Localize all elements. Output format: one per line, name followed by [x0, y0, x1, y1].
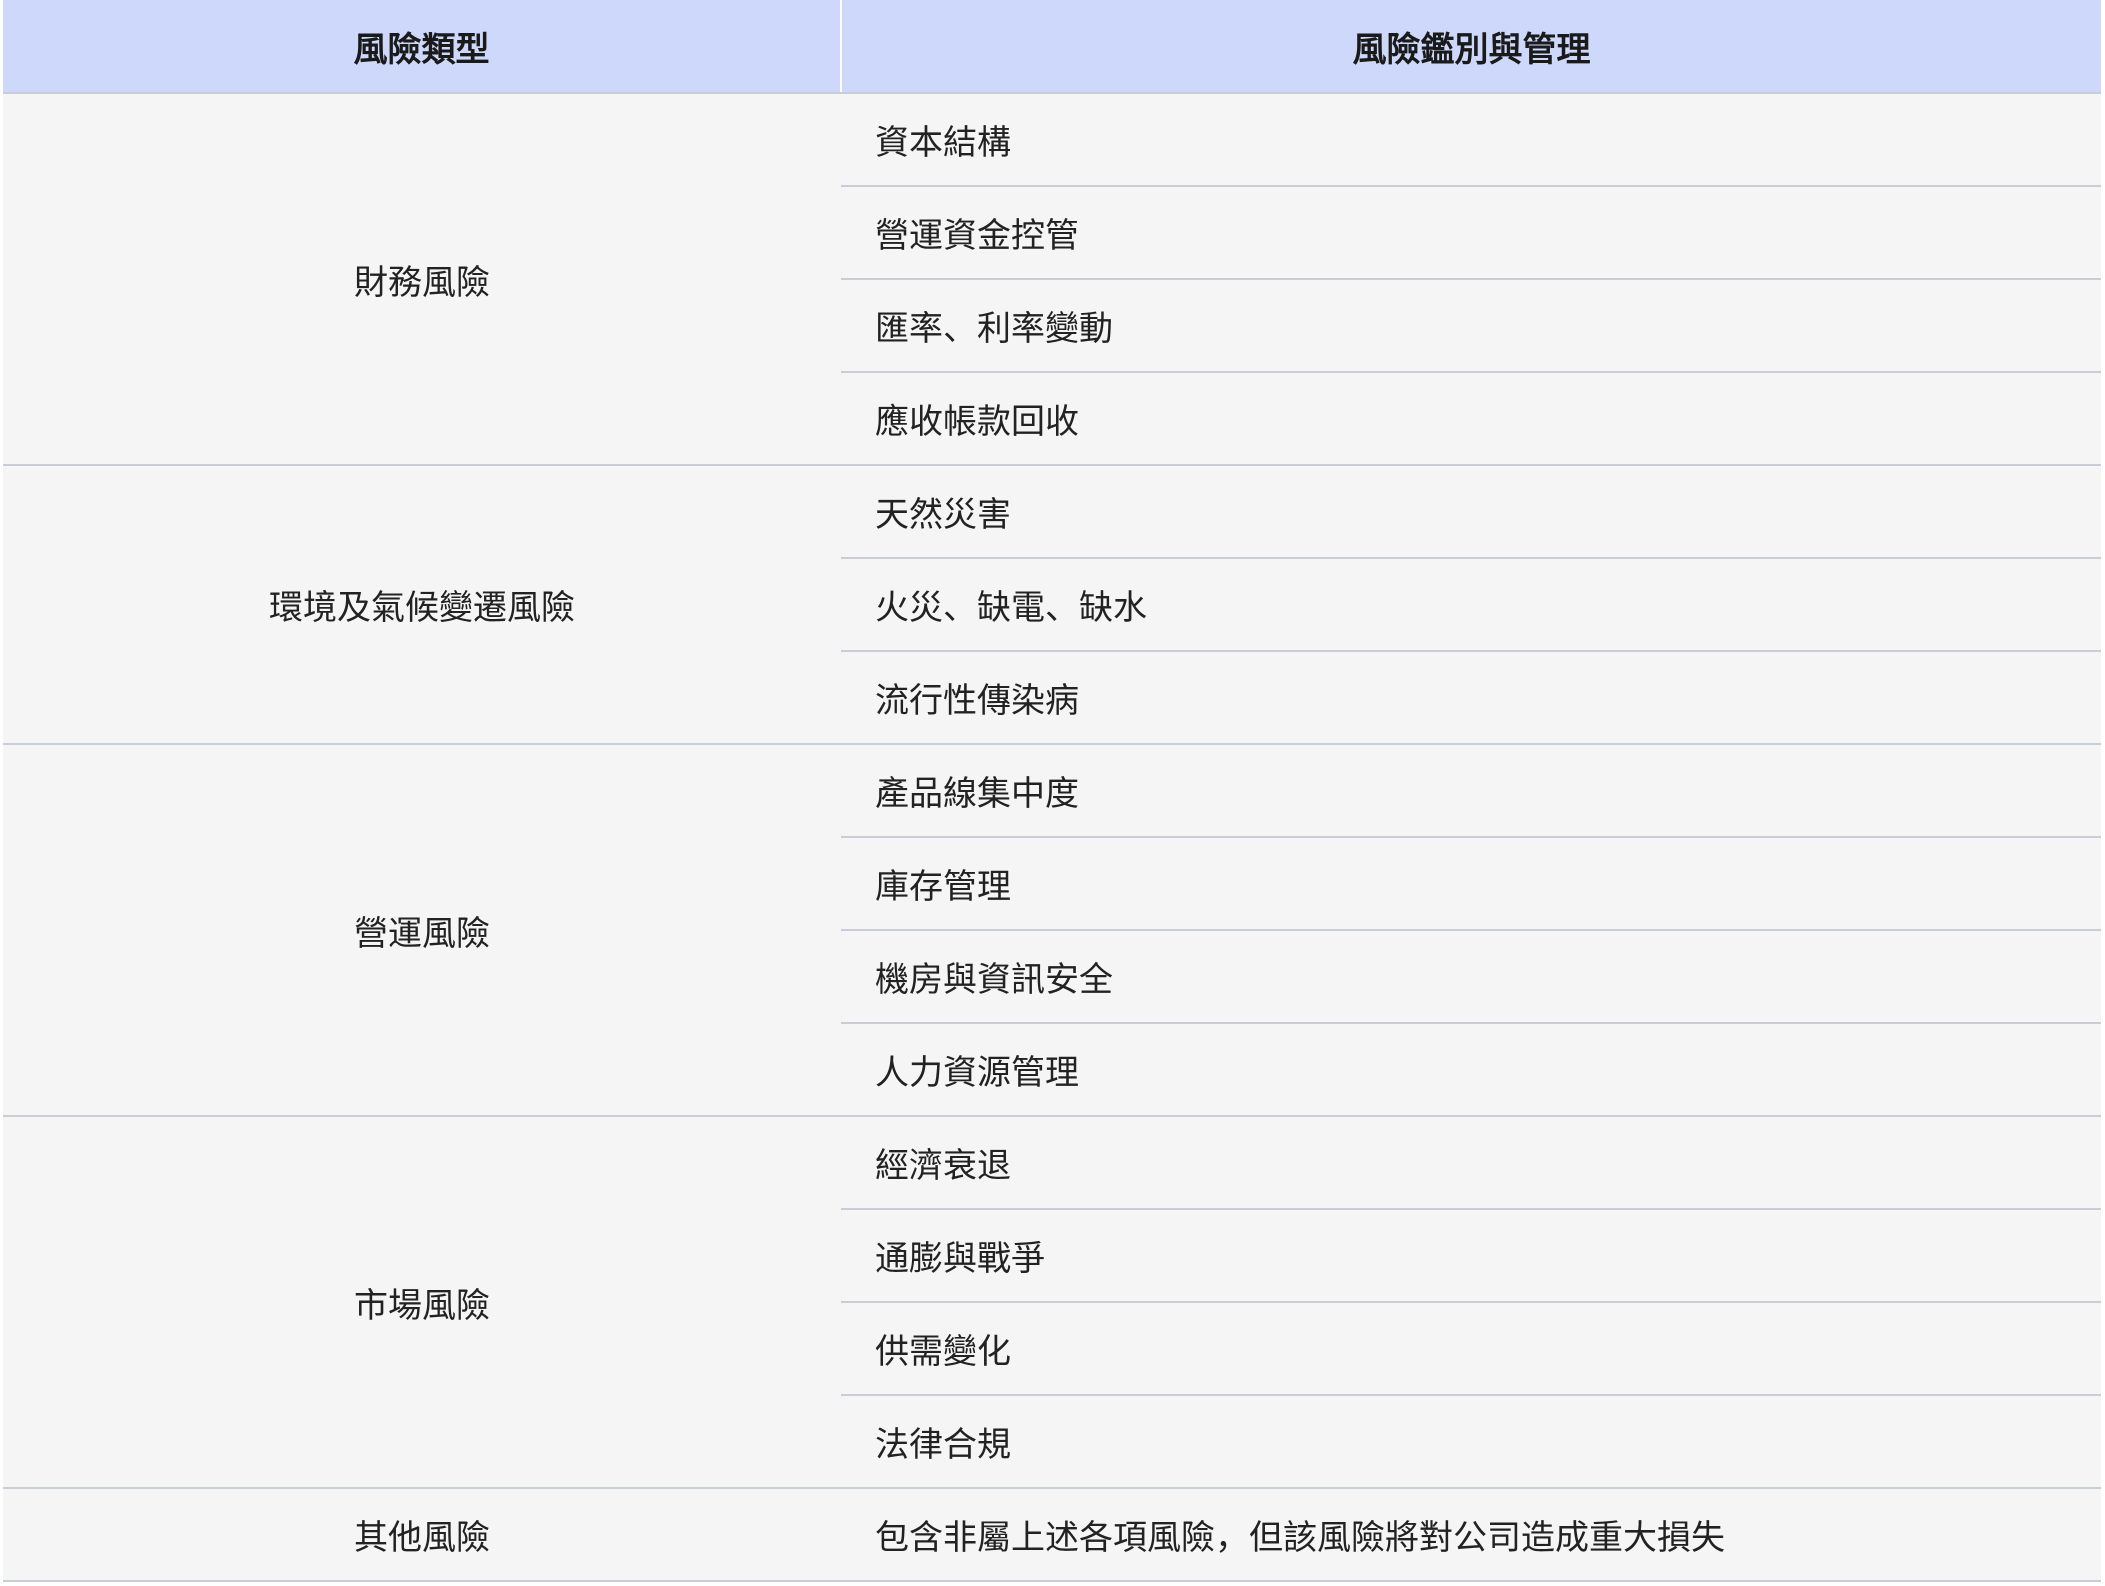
risk-item-cell: 匯率、利率變動 [841, 279, 2101, 373]
risk-item-cell: 法律合規 [841, 1395, 2101, 1489]
risk-item-cell: 庫存管理 [841, 837, 2101, 931]
risk-item-cell: 機房與資訊安全 [841, 930, 2101, 1024]
risk-item-cell: 營運資金控管 [841, 186, 2101, 280]
risk-management-table: 風險類型 風險鑑別與管理 財務風險 資本結構 營運資金控管 匯率、利率變動 應收… [3, 0, 2101, 1582]
risk-item-cell: 人力資源管理 [841, 1023, 2101, 1117]
risk-item-cell: 天然災害 [841, 465, 2101, 559]
risk-type-cell: 環境及氣候變遷風險 [3, 465, 841, 745]
risk-item-cell: 供需變化 [841, 1302, 2101, 1396]
risk-item-cell: 資本結構 [841, 93, 2101, 187]
risk-item-cell: 火災、缺電、缺水 [841, 558, 2101, 652]
risk-item-cell: 應收帳款回收 [841, 372, 2101, 466]
risk-item-cell: 包含非屬上述各項風險，但該風險將對公司造成重大損失 [841, 1488, 2101, 1582]
risk-item-cell: 經濟衰退 [841, 1116, 2101, 1210]
table-header-row: 風險類型 風險鑑別與管理 [3, 0, 2101, 94]
table-row: 營運風險 產品線集中度 [3, 744, 2101, 1117]
column-header-risk-management: 風險鑑別與管理 [841, 0, 2101, 94]
risk-type-cell: 市場風險 [3, 1116, 841, 1489]
table-row: 環境及氣候變遷風險 天然災害 [3, 465, 2101, 745]
risk-item-cell: 通膨與戰爭 [841, 1209, 2101, 1303]
column-header-risk-type: 風險類型 [3, 0, 842, 94]
risk-type-cell: 營運風險 [3, 744, 841, 1117]
risk-item-cell: 產品線集中度 [841, 744, 2101, 838]
table-row: 其他風險 包含非屬上述各項風險，但該風險將對公司造成重大損失 [3, 1488, 2101, 1582]
risk-type-cell: 財務風險 [3, 93, 841, 466]
risk-item-cell: 流行性傳染病 [841, 651, 2101, 745]
table-row: 財務風險 資本結構 [3, 93, 2101, 466]
risk-type-cell: 其他風險 [3, 1488, 841, 1582]
table-row: 市場風險 經濟衰退 [3, 1116, 2101, 1489]
